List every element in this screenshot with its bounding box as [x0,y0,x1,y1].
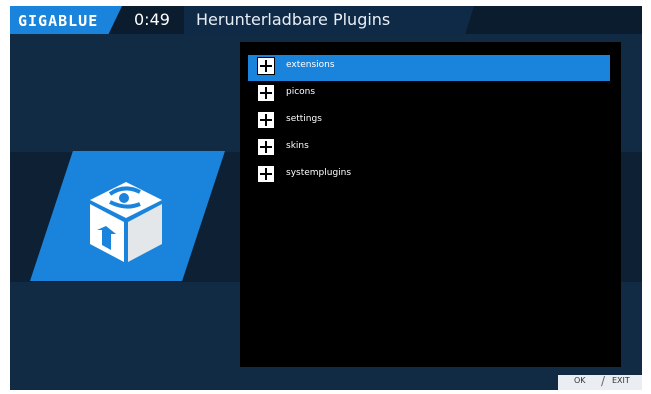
exit-button[interactable]: EXIT [612,376,630,385]
page-title: Herunterladbare Plugins [196,10,391,29]
ok-button[interactable]: OK [574,376,586,385]
plus-icon [257,138,275,156]
list-item-systemplugins[interactable]: systemplugins [248,163,610,189]
list-item-extensions[interactable]: extensions [248,55,610,81]
top-bar: GIGABLUE 0:49 Herunterladbare Plugins [10,6,642,34]
plugin-cube-icon [90,182,162,262]
gigablue-logo: GIGABLUE [18,12,99,30]
list-item-label: extensions [286,60,335,70]
plus-icon [257,165,275,183]
plus-icon [257,111,275,129]
list-item-skins[interactable]: skins [248,136,610,162]
list-item-label: systemplugins [286,168,352,178]
plus-icon [257,84,275,102]
list-item-settings[interactable]: settings [248,109,610,135]
separator-slash: / [601,374,606,388]
tv-screen: GIGABLUE 0:49 Herunterladbare Plugins ex… [10,6,642,390]
list-item-picons[interactable]: picons [248,82,610,108]
list-item-label: settings [286,114,322,124]
footer-buttons: OK / EXIT [558,374,642,390]
plugin-list-panel: extensions picons settings skins systemp… [240,42,621,367]
plus-icon [257,57,275,75]
clock: 0:49 [134,10,170,29]
list-item-label: picons [286,87,316,97]
list-item-label: skins [286,141,309,151]
plugin-list: extensions picons settings skins systemp… [248,55,610,190]
brand-banner: GIGABLUE [10,6,122,34]
